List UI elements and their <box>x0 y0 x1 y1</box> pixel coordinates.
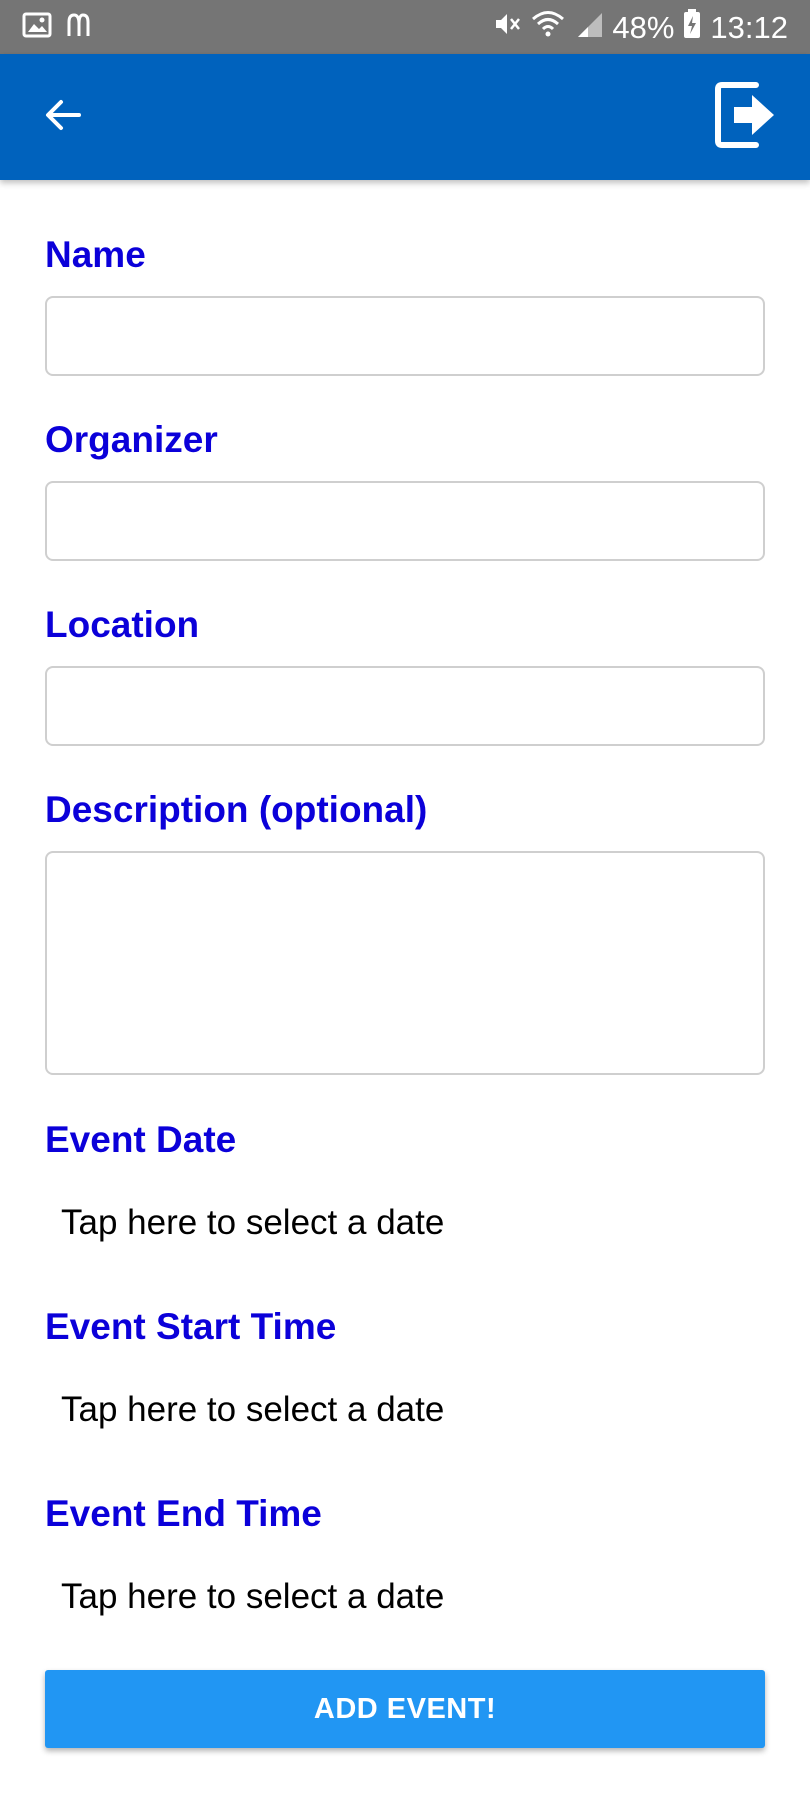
mcdonalds-icon <box>66 12 96 43</box>
start-time-picker[interactable]: Tap here to select a date <box>61 1392 444 1427</box>
end-time-picker[interactable]: Tap here to select a date <box>61 1579 444 1614</box>
location-label: Location <box>45 604 200 645</box>
organizer-label: Organizer <box>45 419 218 460</box>
wifi-icon <box>530 8 566 48</box>
name-input[interactable] <box>45 296 765 376</box>
event-date-picker[interactable]: Tap here to select a date <box>61 1205 444 1240</box>
status-bar: 48% 13:12 <box>0 0 810 54</box>
add-event-button[interactable]: ADD EVENT! <box>45 1670 765 1748</box>
start-time-label: Event Start Time <box>45 1306 337 1347</box>
status-time: 13:12 <box>710 10 788 45</box>
organizer-input[interactable] <box>45 481 765 561</box>
location-input[interactable] <box>45 666 765 746</box>
status-left-icons <box>22 12 96 43</box>
name-label: Name <box>45 234 146 275</box>
battery-icon <box>682 8 702 48</box>
battery-percent: 48% <box>612 10 675 45</box>
gallery-icon <box>22 12 52 43</box>
back-button[interactable] <box>28 84 98 150</box>
exit-icon <box>714 79 778 156</box>
status-right-icons: 48% 13:12 <box>490 8 788 48</box>
description-label: Description (optional) <box>45 789 428 830</box>
description-input[interactable] <box>45 851 765 1075</box>
app-bar <box>0 54 810 180</box>
event-date-label: Event Date <box>45 1119 237 1160</box>
exit-button[interactable] <box>708 78 784 156</box>
mute-icon <box>490 8 522 48</box>
arrow-left-icon <box>43 95 83 140</box>
signal-icon <box>574 9 604 47</box>
end-time-label: Event End Time <box>45 1493 322 1534</box>
